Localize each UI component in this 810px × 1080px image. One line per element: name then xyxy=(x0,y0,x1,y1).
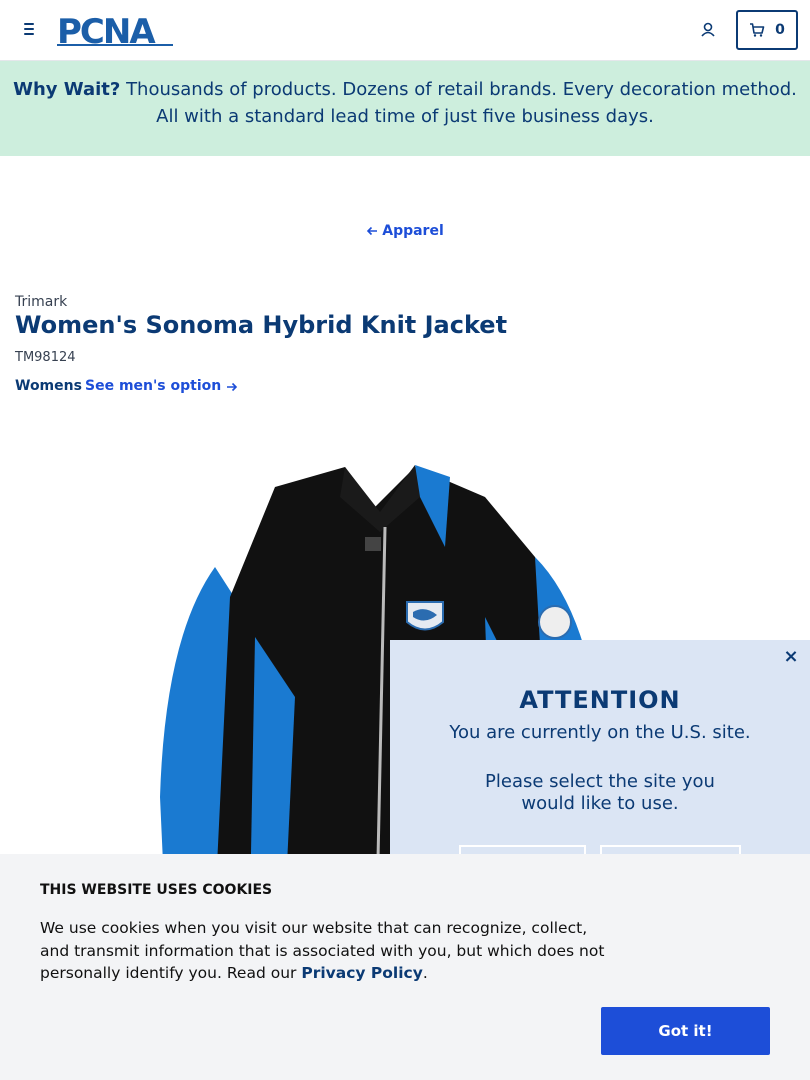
product-brand: Trimark xyxy=(15,294,68,310)
attention-subtitle: You are currently on the U.S. site. xyxy=(449,722,751,743)
cart-button[interactable]: 0 xyxy=(736,10,798,50)
cookie-text-end: . xyxy=(422,964,428,982)
mens-option-label: See men's option xyxy=(85,378,222,394)
site-header: PCNA 0 xyxy=(0,0,810,61)
close-icon[interactable]: × xyxy=(782,648,800,666)
promo-banner: Why Wait? Thousands of products. Dozens … xyxy=(0,61,810,156)
back-to-apparel-link[interactable]: Apparel xyxy=(366,223,444,239)
product-title: Women's Sonoma Hybrid Knit Jacket xyxy=(15,311,508,339)
privacy-policy-link[interactable]: Privacy Policy xyxy=(301,964,423,982)
svg-text:PCNA: PCNA xyxy=(57,13,156,47)
cart-icon xyxy=(750,23,765,37)
got-it-button[interactable]: Got it! xyxy=(601,1007,770,1055)
cookie-text: We use cookies when you visit our websit… xyxy=(40,917,610,985)
arrow-right-icon xyxy=(227,382,238,392)
pcna-logo[interactable]: PCNA xyxy=(57,12,177,52)
site-select-modal: × ATTENTION You are currently on the U.S… xyxy=(390,640,810,885)
cookie-banner: THIS WEBSITE USES COOKIES We use cookies… xyxy=(0,854,810,1080)
breadcrumb: Apparel xyxy=(0,222,810,241)
promo-text: Thousands of products. Dozens of retail … xyxy=(120,79,797,127)
attention-title: ATTENTION xyxy=(519,686,681,714)
attention-message: Please select the site you would like to… xyxy=(485,771,715,814)
see-mens-option-link[interactable]: See men's option xyxy=(85,378,238,394)
back-link-label: Apparel xyxy=(382,223,444,239)
product-sku: TM98124 xyxy=(15,350,76,365)
menu-icon[interactable] xyxy=(18,18,40,40)
user-icon[interactable] xyxy=(698,20,718,40)
arrow-left-icon xyxy=(367,226,378,236)
cart-count: 0 xyxy=(775,22,785,38)
cookie-title: THIS WEBSITE USES COOKIES xyxy=(40,882,273,898)
product-gender: Womens xyxy=(15,378,82,394)
promo-lead: Why Wait? xyxy=(13,79,121,100)
